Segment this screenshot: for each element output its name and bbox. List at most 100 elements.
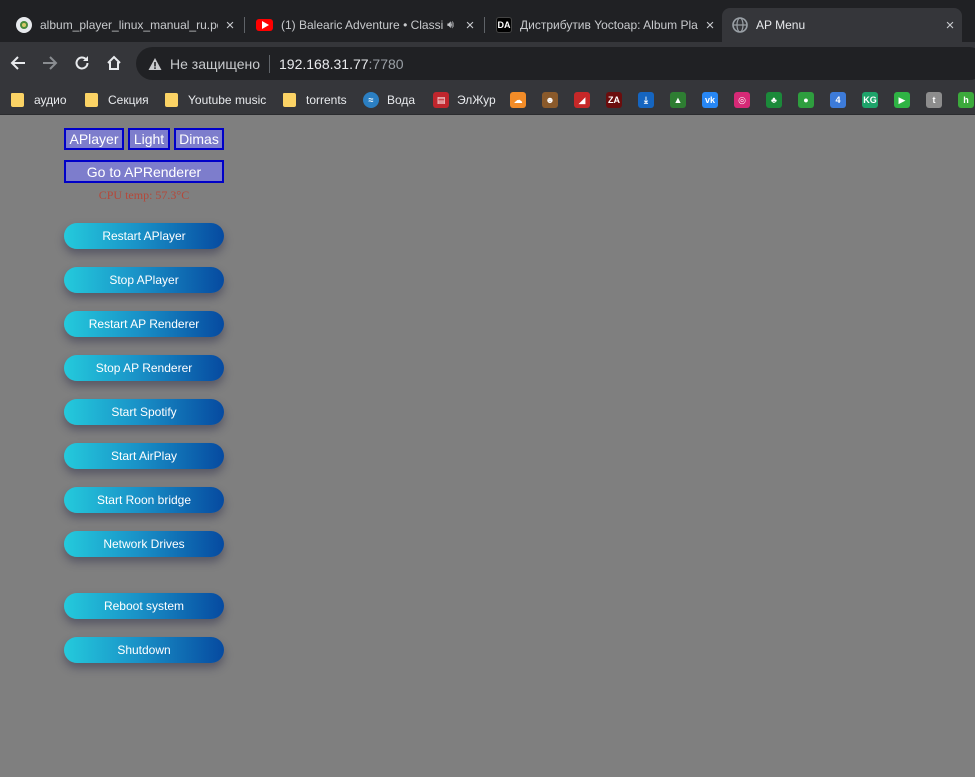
pdf-globe-icon (16, 17, 32, 33)
download-icon: ⤓ (638, 92, 654, 108)
leaf-icon: ♣ (766, 92, 782, 108)
tab-title: (1) Balearic Adventure • Classic (281, 18, 444, 32)
arrow-right-icon (43, 56, 58, 70)
speaker-icon[interactable]: 🔊︎ (447, 19, 454, 32)
url-host: 192.168.31.77 (279, 55, 369, 72)
green-circle-icon: ● (798, 92, 814, 108)
bookmark-h[interactable]: h (958, 90, 974, 110)
restart-aplayer-button[interactable]: Restart APlayer (64, 223, 224, 249)
triangle-icon: ▲ (670, 92, 686, 108)
stop-aplayer-button[interactable]: Stop APlayer (64, 267, 224, 293)
tab-bar: album_player_linux_manual_ru.pdf × (1) B… (0, 8, 975, 42)
globe-icon (732, 17, 748, 33)
folder-icon (11, 93, 24, 107)
close-icon[interactable]: × (698, 17, 722, 34)
bookmark-label: ЭлЖур (457, 93, 496, 107)
instagram-icon: ◎ (734, 92, 750, 108)
bookmark-leaf[interactable]: ♣ (766, 90, 782, 110)
tab-separator (244, 17, 245, 33)
bookmark-label: torrents (306, 93, 347, 107)
bookmark-cloud[interactable]: ☁ (510, 90, 526, 110)
bookmark-t[interactable]: t (926, 90, 942, 110)
bookmark-label: Секция (108, 93, 149, 107)
close-icon[interactable]: × (458, 17, 482, 34)
tab-title: Дистрибутив Yoctoap: Album Player (520, 18, 698, 32)
browser-toolbar: Не защищено 192.168.31.77 :7780 (0, 42, 975, 85)
face-icon: ☻ (542, 92, 558, 108)
start-airplay-button[interactable]: Start AirPlay (64, 443, 224, 469)
da-icon: DA (496, 17, 512, 33)
vk-icon: vk (702, 92, 718, 108)
player-dimas-button[interactable]: Dimas (174, 128, 224, 150)
stripes-icon: ◢ (574, 92, 590, 108)
bookmark-voda[interactable]: ≈ Вода (363, 90, 415, 110)
folder-icon (85, 93, 98, 107)
bookmark-triangle[interactable]: ▲ (670, 90, 686, 110)
h-icon: h (958, 92, 974, 108)
ap-menu-page: APlayer Light Dimas Go to APRenderer CPU… (0, 116, 975, 777)
address-bar[interactable]: Не защищено 192.168.31.77 :7780 (136, 47, 975, 80)
diary-icon: ▤ (433, 92, 449, 108)
tab-title: album_player_linux_manual_ru.pdf (40, 18, 218, 32)
tab-title: AP Menu (756, 18, 806, 32)
tab-ap-menu[interactable]: AP Menu × (722, 8, 962, 42)
bookmark-folder-section[interactable]: Секция (85, 90, 149, 110)
address-divider (269, 54, 270, 73)
warning-icon[interactable] (148, 57, 162, 71)
tab-balearic-adventure[interactable]: (1) Balearic Adventure • Classic 🔊︎ × (246, 8, 482, 42)
bookmark-stripes[interactable]: ◢ (574, 90, 590, 110)
play-icon: ▶ (894, 92, 910, 108)
close-icon[interactable]: × (938, 17, 962, 34)
four-icon: 4 (830, 92, 846, 108)
player-aplayer-button[interactable]: APlayer (64, 128, 124, 150)
player-light-button[interactable]: Light (128, 128, 170, 150)
network-drives-button[interactable]: Network Drives (64, 531, 224, 557)
stop-ap-renderer-button[interactable]: Stop AP Renderer (64, 355, 224, 381)
bookmark-label: аудио (34, 93, 67, 107)
security-label[interactable]: Не защищено (170, 56, 260, 72)
window-top-strip (0, 0, 975, 8)
restart-ap-renderer-button[interactable]: Restart AP Renderer (64, 311, 224, 337)
bookmarks-bar: аудио Секция Youtube music torrents ≈ Во… (0, 85, 975, 115)
za-icon: ZA (606, 92, 622, 108)
folder-icon (165, 93, 178, 107)
bookmark-green-circle[interactable]: ● (798, 90, 814, 110)
bookmark-kg[interactable]: KG (862, 90, 878, 110)
cpu-temp-text: CPU temp: 57.3°C (98, 188, 190, 202)
tab-separator (484, 17, 485, 33)
url-port: :7780 (368, 55, 404, 72)
kg-icon: KG (862, 92, 878, 108)
bookmark-folder-torrents[interactable]: torrents (283, 90, 347, 110)
tab-yoctoap-distro[interactable]: DA Дистрибутив Yoctoap: Album Player × (486, 8, 722, 42)
bookmark-elzhur[interactable]: ▤ ЭлЖур (433, 90, 496, 110)
close-icon[interactable]: × (218, 17, 242, 34)
cloud-icon: ☁ (510, 92, 526, 108)
bookmark-instagram[interactable]: ◎ (734, 90, 750, 110)
bookmark-play[interactable]: ▶ (894, 90, 910, 110)
bookmark-download[interactable]: ⤓ (638, 90, 654, 110)
reload-icon (75, 56, 89, 70)
bookmark-folder-audio[interactable]: аудио (11, 90, 67, 110)
shutdown-button[interactable]: Shutdown (64, 637, 224, 663)
tab-pdf-manual[interactable]: album_player_linux_manual_ru.pdf × (6, 8, 242, 42)
bookmark-label: Youtube music (188, 93, 267, 107)
bookmark-label: Вода (387, 93, 416, 107)
t-icon: t (926, 92, 942, 108)
home-icon (107, 55, 121, 70)
bookmark-za[interactable]: ZA (606, 90, 622, 110)
arrow-left-icon (10, 56, 25, 70)
reload-button[interactable] (70, 51, 94, 75)
bookmark-face[interactable]: ☻ (542, 90, 558, 110)
home-button[interactable] (102, 51, 126, 75)
bookmark-four[interactable]: 4 (830, 90, 846, 110)
forward-button[interactable] (38, 51, 62, 75)
reboot-system-button[interactable]: Reboot system (64, 593, 224, 619)
go-to-aprenderer-button[interactable]: Go to APRenderer (64, 160, 224, 183)
bookmark-folder-youtube-music[interactable]: Youtube music (165, 90, 266, 110)
folder-icon (283, 93, 296, 107)
back-button[interactable] (6, 51, 30, 75)
start-roon-bridge-button[interactable]: Start Roon bridge (64, 487, 224, 513)
water-drop-icon: ≈ (363, 92, 379, 108)
start-spotify-button[interactable]: Start Spotify (64, 399, 224, 425)
bookmark-vk[interactable]: vk (702, 90, 718, 110)
